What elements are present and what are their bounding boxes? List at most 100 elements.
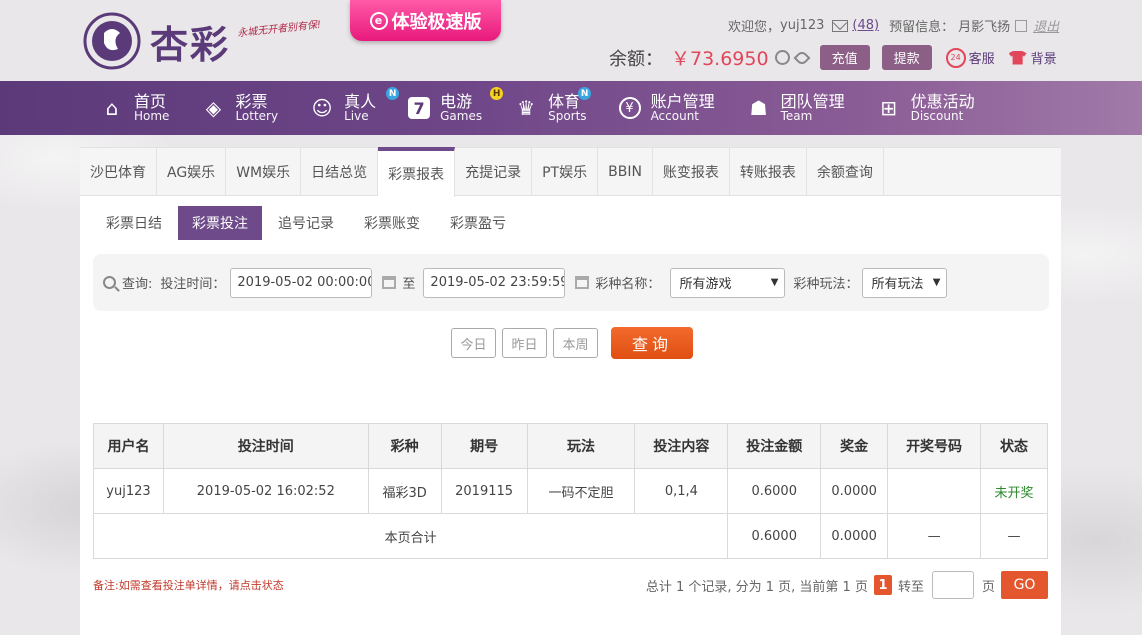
subtab-chase[interactable]: 追号记录 <box>264 206 348 240</box>
tab-bbin[interactable]: BBIN <box>598 148 653 195</box>
tab-deposit-withdraw[interactable]: 充提记录 <box>455 148 533 195</box>
go-button[interactable]: GO <box>1001 571 1048 599</box>
balance-value: ￥73.6950 <box>671 48 769 70</box>
tab-pt[interactable]: PT娱乐 <box>532 148 599 195</box>
nav-item-lottery[interactable]: ◈ 彩票 Lottery <box>201 81 278 135</box>
recharge-button[interactable]: 充值 <box>819 45 870 70</box>
tab-wm[interactable]: WM娱乐 <box>226 148 302 195</box>
trophy-icon: ♛ <box>517 96 536 120</box>
game-select[interactable]: 所有游戏 ▼ <box>670 267 786 298</box>
col-status: 状态 <box>980 423 1048 469</box>
speed-version-label: 体验极速版 <box>391 11 482 33</box>
col-lottery: 彩种 <box>367 423 442 469</box>
nav-item-sports[interactable]: ♛ 体育 Sports N <box>514 81 592 135</box>
tab-saba-sports[interactable]: 沙巴体育 <box>80 148 157 195</box>
subtab-bets[interactable]: 彩票投注 <box>178 206 262 240</box>
start-time-input[interactable]: 2019-05-02 00:00:00 <box>230 267 373 298</box>
nav-en-label: Games <box>440 109 483 124</box>
refresh-icon[interactable] <box>774 50 790 65</box>
message-count[interactable]: (48) <box>852 18 879 33</box>
query-button[interactable]: 查询 <box>611 327 693 359</box>
gift-icon: ⊞ <box>880 96 897 120</box>
site-logo[interactable]: 杏彩 永城无开者别有保! <box>82 10 332 72</box>
nav-en-label: Team <box>780 109 813 124</box>
lottery-subtabs: 彩票日结 彩票投注 追号记录 彩票账变 彩票盈亏 <box>92 206 1061 240</box>
status-link[interactable]: 未开奖 <box>980 468 1048 514</box>
cell-total-label: 本页合计 <box>92 513 729 559</box>
nav-item-discount[interactable]: ⊞ 优惠活动 Discount <box>877 81 974 135</box>
nav-item-home[interactable]: ⌂ 首页 Home <box>100 81 170 135</box>
game-name-label: 彩种名称： <box>595 277 661 292</box>
play-type-select[interactable]: 所有玩法 ▼ <box>862 267 948 298</box>
logout-link[interactable]: 退出 <box>1033 16 1059 35</box>
shirt-icon <box>1008 50 1027 65</box>
tab-transfer-report[interactable]: 转账报表 <box>730 148 807 195</box>
nav-cn-label: 电游 <box>440 91 473 111</box>
hide-balance-icon[interactable] <box>793 49 811 66</box>
yen-coin-icon: ¥ <box>618 97 641 119</box>
nav-en-label: Sports <box>548 109 587 124</box>
logo-text: 杏彩 <box>150 21 231 67</box>
nav-item-live[interactable]: ☺ 真人 Live N <box>310 81 400 135</box>
cell-amount: 0.6000 <box>727 468 822 514</box>
query-label: 查询: <box>122 277 153 292</box>
tab-lottery-report[interactable]: 彩票报表 <box>378 147 456 197</box>
end-time-input[interactable]: 2019-05-02 23:59:59 <box>423 267 566 298</box>
tab-balance-query[interactable]: 余额查询 <box>807 148 884 195</box>
table-total-row: 本页合计 0.6000 0.0000 — — <box>92 513 1048 559</box>
logo-emblem-icon <box>83 12 141 70</box>
tab-account-change[interactable]: 账变报表 <box>653 148 730 195</box>
tab-daily-overview[interactable]: 日结总览 <box>301 148 379 195</box>
customer-service-link[interactable]: 24 客服 <box>945 47 995 68</box>
reserve-label: 预留信息： <box>889 20 955 35</box>
col-draw-number: 开奖号码 <box>887 423 982 469</box>
welcome-bar: 欢迎您， yuj123 (48) 预留信息： 月影飞扬 退出 <box>728 16 1059 35</box>
cell-username: yuj123 <box>93 468 164 514</box>
page-unit-label: 页 <box>981 579 995 595</box>
cell-total-amount: 0.6000 <box>727 513 822 559</box>
nav-item-account[interactable]: ¥ 账户管理 Account <box>618 81 715 135</box>
nav-item-games[interactable]: 7 电游 Games H <box>408 81 504 135</box>
mail-icon[interactable] <box>832 19 849 32</box>
site-header: 杏彩 永城无开者别有保! e 体验极速版 欢迎您， yuj123 (48) 预留… <box>0 0 1142 81</box>
page-number-input[interactable] <box>931 571 974 599</box>
today-button[interactable]: 今日 <box>451 328 496 358</box>
balance-bar: 余额： ￥73.6950 充值 提款 24 客服 背景 <box>609 44 1057 71</box>
col-amount: 投注金额 <box>727 423 822 469</box>
subtab-account-change[interactable]: 彩票账变 <box>350 206 434 240</box>
edit-icon[interactable] <box>1015 19 1028 32</box>
nav-en-label: Discount <box>910 109 964 124</box>
reserve-value: 月影飞扬 <box>958 20 1011 35</box>
this-week-button[interactable]: 本周 <box>553 328 598 358</box>
speed-version-button[interactable]: e 体验极速版 <box>350 0 501 41</box>
col-play: 玩法 <box>526 423 636 469</box>
nav-en-label: Home <box>134 109 170 124</box>
col-bet-time: 投注时间 <box>162 423 369 469</box>
nav-item-team[interactable]: ☗ 团队管理 Team <box>747 81 845 135</box>
e-icon: e <box>369 11 388 30</box>
current-page[interactable]: 1 <box>873 575 892 595</box>
calendar-icon[interactable] <box>382 276 397 289</box>
table-header-row: 用户名 投注时间 彩种 期号 玩法 投注内容 投注金额 奖金 开奖号码 状态 <box>93 423 1048 469</box>
yesterday-button[interactable]: 昨日 <box>502 328 547 358</box>
cell-bonus: 0.0000 <box>820 468 889 514</box>
background-link[interactable]: 背景 <box>1008 48 1057 67</box>
tab-ag[interactable]: AG娱乐 <box>157 148 227 195</box>
nav-en-label: Live <box>344 109 369 124</box>
play-type-label: 彩种玩法： <box>793 277 859 292</box>
chevron-down-icon: ▼ <box>932 277 941 288</box>
game-select-value: 所有游戏 <box>679 277 732 292</box>
search-filter-bar: 查询: 投注时间： 2019-05-02 00:00:00 至 2019-05-… <box>93 254 1049 311</box>
withdraw-button[interactable]: 提款 <box>881 45 932 70</box>
bet-records-table: 用户名 投注时间 彩种 期号 玩法 投注内容 投注金额 奖金 开奖号码 状态 y… <box>92 423 1048 559</box>
home-icon: ⌂ <box>105 96 119 120</box>
cell-draw-number <box>887 468 982 514</box>
subtab-daily[interactable]: 彩票日结 <box>92 206 176 240</box>
hot-badge: H <box>490 87 504 100</box>
remark-note: 备注:如需查看投注单详情，请点击状态 <box>93 579 284 592</box>
service-label: 客服 <box>968 52 995 67</box>
col-bonus: 奖金 <box>820 423 889 469</box>
calendar-icon[interactable] <box>575 276 590 289</box>
slot-seven-icon: 7 <box>408 97 431 119</box>
subtab-profit-loss[interactable]: 彩票盈亏 <box>436 206 520 240</box>
